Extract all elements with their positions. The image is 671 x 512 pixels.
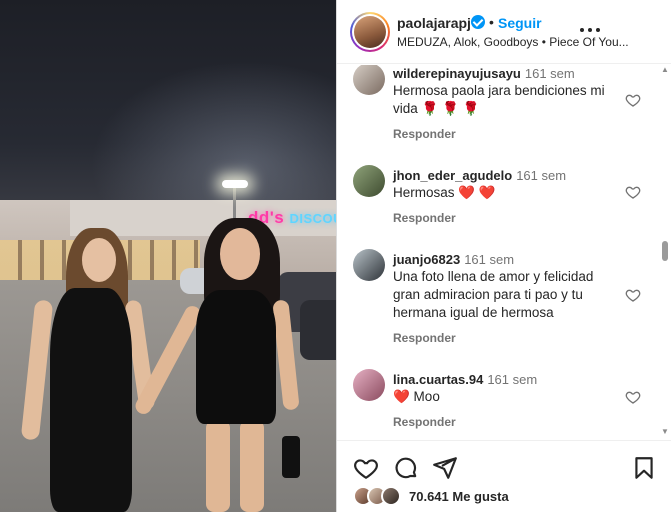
person-right-leg <box>240 420 264 512</box>
person-right-face <box>220 228 260 280</box>
comments-list: wilderepinayujusayu 161 sem Hermosa paola… <box>337 65 671 439</box>
car <box>300 300 337 360</box>
comment-avatar[interactable] <box>353 369 385 401</box>
separator-dot: • <box>489 14 494 30</box>
scroll-down-arrow-icon[interactable]: ▼ <box>661 427 669 436</box>
comment-like-icon[interactable] <box>625 287 641 303</box>
verified-badge-icon <box>471 15 485 29</box>
comment-avatar[interactable] <box>353 165 385 197</box>
street-lamp <box>222 180 248 188</box>
likes-row: 70.641 Me gusta <box>353 486 663 508</box>
comment-time: 161 sem <box>464 252 515 267</box>
reply-button[interactable]: Responder <box>393 331 456 345</box>
comment-avatar[interactable] <box>353 249 385 281</box>
comment-username[interactable]: lina.cuartas.94 161 sem <box>393 372 537 387</box>
comment-text: Hermosas ❤️ ❤️ <box>393 185 496 200</box>
scroll-up-arrow-icon[interactable]: ▲ <box>661 65 669 74</box>
follow-button[interactable]: Seguir <box>498 15 542 31</box>
person-left-dress <box>50 288 132 512</box>
comment-time: 161 sem <box>487 372 538 387</box>
comments-scrollbar[interactable]: ▲ ▼ <box>659 65 671 439</box>
comment-like-icon[interactable] <box>625 92 641 108</box>
comment-username[interactable]: wilderepinayujusayu 161 sem <box>393 66 575 81</box>
person-right-leg <box>206 420 230 512</box>
post-actions-bar: 70.641 Me gusta <box>337 440 671 512</box>
reply-button[interactable]: Responder <box>393 211 456 225</box>
handbag <box>282 436 300 478</box>
comment-text: Hermosa paola jara bendiciones mi vida 🌹… <box>393 83 605 116</box>
heart-icon[interactable] <box>353 455 379 481</box>
person-left-face <box>82 238 116 282</box>
post-side-panel: paolajarapj • Seguir MEDUZA, Alok, Goodb… <box>337 0 671 512</box>
comment-username[interactable]: juanjo6823 161 sem <box>393 252 514 267</box>
likes-count[interactable]: 70.641 Me gusta <box>409 489 509 504</box>
comment-like-icon[interactable] <box>625 389 641 405</box>
comment-text: Una foto llena de amor y felicidad gran … <box>393 269 594 320</box>
liker-avatar[interactable] <box>381 486 401 506</box>
post-header: paolajarapj • Seguir MEDUZA, Alok, Goodb… <box>337 0 671 64</box>
post-username[interactable]: paolajarapj <box>397 15 471 31</box>
comment-like-icon[interactable] <box>625 184 641 200</box>
comment-time: 161 sem <box>524 66 575 81</box>
share-icon[interactable] <box>432 455 458 481</box>
comment-time: 161 sem <box>516 168 567 183</box>
sky-glow <box>90 60 337 210</box>
post-media[interactable]: dd's DISCOU <box>0 0 337 512</box>
comment-avatar[interactable] <box>353 65 385 95</box>
comment-icon[interactable] <box>393 455 419 481</box>
reply-button[interactable]: Responder <box>393 415 456 429</box>
avatar[interactable] <box>350 12 390 52</box>
more-options-icon[interactable] <box>577 20 607 40</box>
comment-text: ❤️ Moo <box>393 389 440 404</box>
scrollbar-thumb[interactable] <box>662 241 668 261</box>
reply-button[interactable]: Responder <box>393 127 456 141</box>
bookmark-icon[interactable] <box>631 455 657 481</box>
person-right-dress <box>196 290 276 424</box>
comment-username[interactable]: jhon_eder_agudelo 161 sem <box>393 168 566 183</box>
